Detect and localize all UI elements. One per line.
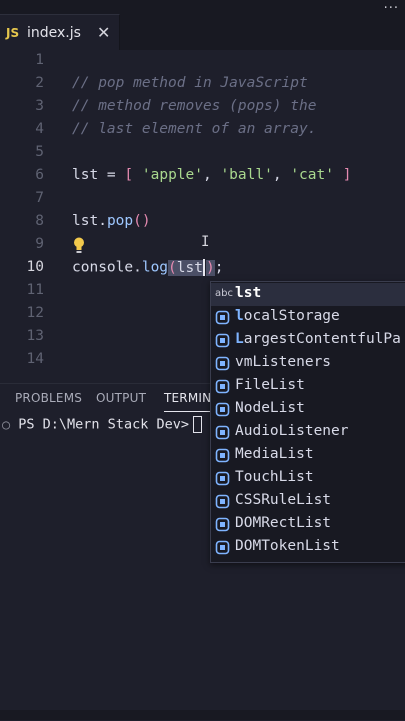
line-number: 12: [26, 305, 44, 321]
javascript-file-icon: JS: [6, 26, 20, 40]
line-number: 10: [26, 259, 44, 275]
line-number: 3: [35, 98, 44, 114]
code-line-active: 10 console.log(lst);: [0, 257, 405, 280]
variable-icon: [215, 448, 230, 463]
line-number: 9: [35, 236, 44, 252]
lightbulb-icon[interactable]: [72, 236, 86, 254]
autocomplete-widget[interactable]: abc lst localStorage LargestContentfulPa vmL…: [210, 281, 405, 563]
terminal-prompt: PS D:\Mern Stack Dev>: [18, 416, 189, 433]
variable-icon: [215, 379, 230, 394]
line-number: 13: [26, 328, 44, 344]
close-icon[interactable]: ✕: [97, 23, 110, 42]
variable-icon: [215, 471, 230, 486]
suggestion-item[interactable]: MediaList: [211, 444, 405, 467]
suggestion-label: localStorage: [235, 308, 340, 324]
suggestion-label: MediaList: [235, 446, 314, 462]
line-number: 2: [35, 75, 44, 91]
variable-icon: [215, 494, 230, 509]
tab-index-js[interactable]: JS index.js ✕: [0, 14, 120, 51]
variable-icon: [215, 402, 230, 417]
line-number: 5: [35, 144, 44, 160]
line-number: 4: [35, 121, 44, 137]
text-cursor: [202, 259, 205, 276]
suggestion-item[interactable]: localStorage: [211, 306, 405, 329]
terminal-output[interactable]: ○ PS D:\Mern Stack Dev>: [0, 416, 202, 433]
suggestion-item[interactable]: abc lst: [211, 283, 405, 306]
code-line: 3 // method removes (pops) the: [0, 96, 405, 119]
tab-problems[interactable]: PROBLEMS: [15, 391, 82, 405]
suggestion-label: CSSRuleList: [235, 492, 332, 508]
variable-icon: [215, 540, 230, 555]
variable-icon: [215, 333, 230, 348]
line-number: 8: [35, 213, 44, 229]
code-line: 7: [0, 188, 405, 211]
tab-label: index.js: [27, 25, 81, 41]
line-number: 14: [26, 351, 44, 367]
suggestion-item[interactable]: vmListeners: [211, 352, 405, 375]
line-number: 6: [35, 167, 44, 183]
suggestion-item[interactable]: NodeList: [211, 398, 405, 421]
variable-icon: [215, 356, 230, 371]
mouse-ibeam-icon: I: [201, 234, 210, 250]
code-line: 1: [0, 50, 405, 73]
variable-icon: [215, 517, 230, 532]
suggestion-item[interactable]: DOMRectList: [211, 513, 405, 536]
suggestion-label: vmListeners: [235, 354, 332, 370]
code-line: 4 // last element of an array.: [0, 119, 405, 142]
terminal-status-icon: ○: [2, 416, 11, 433]
tab-output[interactable]: OUTPUT: [96, 391, 146, 405]
suggestion-item[interactable]: CSSRuleList: [211, 490, 405, 513]
suggestion-label: NodeList: [235, 400, 305, 416]
title-bar: ...: [0, 0, 405, 14]
code-pop-call: lst.pop(): [72, 213, 151, 229]
line-number: 11: [26, 282, 44, 298]
suggestion-item[interactable]: LargestContentfulPa: [211, 329, 405, 352]
suggestion-label: DOMRectList: [235, 515, 332, 531]
status-bar: [0, 710, 405, 720]
suggestion-label: DOMTokenList: [235, 538, 340, 554]
variable-icon: [215, 425, 230, 440]
suggestion-label: FileList: [235, 377, 305, 393]
suggestion-label: LargestContentfulPa: [235, 331, 401, 347]
code-comment: // pop method in JavaScript: [72, 75, 308, 91]
code-array-declaration: lst = [ 'apple', 'ball', 'cat' ]: [72, 167, 352, 183]
suggestion-item[interactable]: FileList: [211, 375, 405, 398]
suggestion-item[interactable]: DOMTokenList: [211, 536, 405, 559]
active-tab-indicator: [164, 411, 214, 412]
code-comment: // method removes (pops) the: [72, 98, 317, 114]
code-line: 6 lst = [ 'apple', 'ball', 'cat' ]: [0, 165, 405, 188]
suggestion-label: lst: [235, 285, 262, 301]
line-number: 7: [35, 190, 44, 206]
line-number: 1: [35, 52, 44, 68]
suggestion-label: TouchList: [235, 469, 314, 485]
code-line: 5: [0, 142, 405, 165]
code-line: 2 // pop method in JavaScript: [0, 73, 405, 96]
editor-tab-bar: JS index.js ✕: [0, 14, 405, 51]
text-abc-icon: abc: [215, 288, 233, 299]
code-line: 8 lst.pop(): [0, 211, 405, 234]
suggestion-item[interactable]: AudioListener: [211, 421, 405, 444]
suggestion-label: AudioListener: [235, 423, 349, 439]
suggestion-item[interactable]: TouchList: [211, 467, 405, 490]
terminal-cursor: [192, 416, 202, 433]
more-actions-icon[interactable]: ...: [384, 0, 399, 12]
variable-icon: [215, 310, 230, 325]
code-comment: // last element of an array.: [72, 121, 317, 137]
code-console-log: console.log(lst);: [72, 259, 224, 276]
